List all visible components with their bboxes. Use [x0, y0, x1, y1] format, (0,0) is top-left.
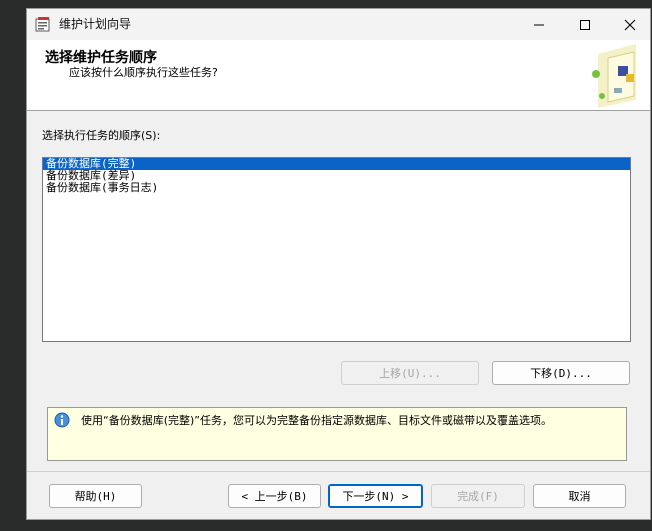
maximize-button[interactable] — [562, 9, 608, 40]
close-icon — [624, 19, 636, 30]
app-icon — [35, 17, 50, 32]
move-up-button[interactable]: 上移(U)... — [341, 361, 479, 385]
task-description-text: 使用“备份数据库(完整)”任务，您可以为完整备份指定源数据库、目标文件或磁带以及… — [81, 414, 552, 427]
wizard-header: 选择维护任务顺序 应该按什么顺序执行这些任务? — [27, 40, 650, 111]
maximize-icon — [580, 19, 590, 30]
wizard-graphic-icon — [592, 44, 636, 108]
minimize-icon — [534, 24, 544, 25]
task-description-panel: 使用“备份数据库(完整)”任务，您可以为完整备份指定源数据库、目标文件或磁带以及… — [47, 407, 627, 461]
footer-divider — [27, 471, 650, 472]
minimize-button[interactable] — [516, 9, 562, 40]
move-down-button[interactable]: 下移(D)... — [492, 361, 630, 385]
back-button[interactable]: < 上一步(B) — [228, 484, 321, 508]
order-label: 选择执行任务的顺序(S): — [42, 129, 161, 142]
close-button[interactable] — [607, 9, 650, 40]
next-button[interactable]: 下一步(N) > — [328, 484, 423, 508]
finish-button[interactable]: 完成(F) — [431, 484, 525, 508]
page-subtitle: 应该按什么顺序执行这些任务? — [69, 66, 218, 79]
list-item[interactable]: 备份数据库(事务日志) — [43, 182, 630, 194]
info-icon — [54, 412, 70, 428]
wizard-window: 维护计划向导 选择维护任务顺序 应该按什么顺序执行这些任务? 选择执行任务的顺序… — [26, 8, 651, 520]
cancel-button[interactable]: 取消 — [533, 484, 626, 508]
title-bar: 维护计划向导 — [27, 9, 650, 40]
task-order-listbox[interactable]: 备份数据库(完整) 备份数据库(差异) 备份数据库(事务日志) — [42, 157, 631, 342]
window-title: 维护计划向导 — [59, 17, 132, 31]
help-button[interactable]: 帮助(H) — [49, 484, 142, 508]
